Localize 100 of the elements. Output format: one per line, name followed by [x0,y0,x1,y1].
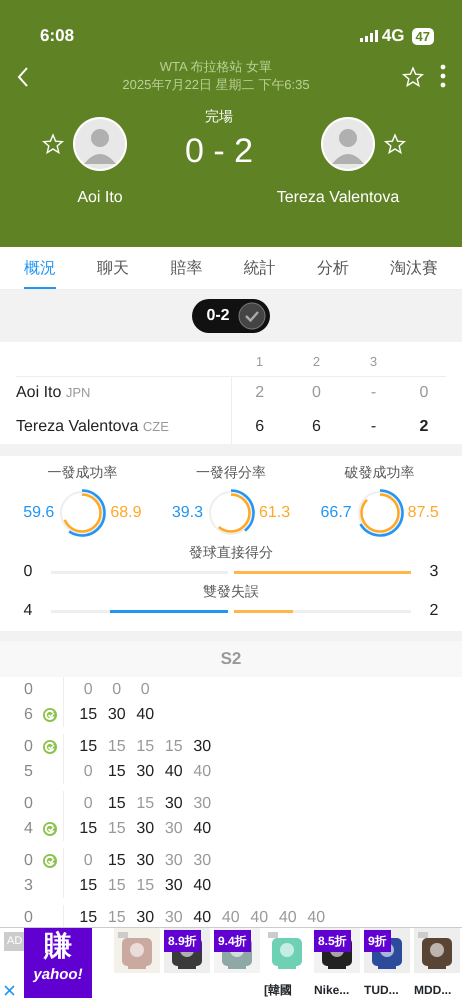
set-score: - [370,418,376,435]
game-count: 0 [24,680,33,700]
set-score: 0 [312,384,321,402]
stat-value: 61.3 [259,503,290,523]
match-score: 0 - 2 [184,131,254,171]
set-score: - [370,384,376,402]
point-score: 40 [192,762,212,782]
tab[interactable]: 聊天 [97,247,130,289]
point-score: 40 [278,908,298,928]
ring-chart [356,489,404,537]
stat-value: 0 [22,562,34,582]
star-icon[interactable] [402,66,426,90]
player-name: Tereza Valentova [276,188,400,208]
discount-badge: 9.4折 [214,930,251,952]
point-score: 15 [78,908,98,928]
tab[interactable]: 分析 [316,247,349,289]
product-caption[interactable]: [韓國 [264,981,310,999]
player-avatar [72,116,128,172]
tournament-name: WTA 布拉格站 女單 [158,58,274,76]
game-count: 0 [24,908,33,928]
star-icon[interactable] [384,133,406,155]
point-score: 30 [135,818,156,838]
close-icon[interactable] [4,985,15,996]
match-datetime: 2025年7月22日 星期二 下午6:35 [121,76,311,94]
point-score: 40 [249,908,270,928]
product-caption[interactable]: TUD... [364,981,410,999]
set-score: 6 [312,418,321,435]
point-score: 40 [164,762,184,782]
product-caption[interactable]: Nike... [314,981,360,999]
pill-score: 0-2 [206,306,230,326]
country-code: JPN [66,385,90,400]
point-score: 0 [82,680,94,700]
point-score: 30 [135,908,156,928]
column-header: 2 [312,354,320,369]
game-count: 4 [24,818,33,838]
back-icon[interactable] [16,66,30,88]
stat-label: 一發得分率 [196,463,266,482]
point-score: 15 [106,736,127,756]
more-icon[interactable] [440,64,446,88]
set-score: 2 [255,384,264,402]
discount-badge: 8.9折 [164,930,201,952]
tab[interactable]: 淘汰賽 [390,247,438,289]
point-score: 15 [106,794,127,814]
player-name: Tereza Valentova [16,418,138,435]
set-title: S2 [220,649,242,668]
ring-chart [207,489,255,537]
bar-fill [234,610,293,612]
point-score: 15 [106,876,127,896]
game-count: 5 [24,762,33,782]
point-score: 30 [164,850,184,870]
point-score: 30 [164,876,184,896]
game-count: 3 [24,876,33,896]
point-score: 15 [78,704,98,724]
total-score: 0 [420,384,428,402]
tab[interactable]: 統計 [244,247,276,289]
point-score: 15 [106,762,127,782]
point-score: 0 [140,680,151,700]
brand-glyph: 賺 [44,929,72,963]
point-score: 0 [111,680,122,700]
point-score: 15 [106,818,127,838]
point-score: 40 [192,818,212,838]
battery-indicator: 47 [412,28,434,44]
discount-badge: 8.5折 [314,930,351,952]
point-score: 30 [192,850,212,870]
stat-value: 3 [428,562,440,582]
stat-label: 一發成功率 [47,463,118,482]
point-score: 0 [82,794,94,814]
brand-name: yahoo! [33,965,83,985]
serve-icon [42,854,57,868]
stat-value: 68.9 [110,503,142,523]
point-score: 15 [135,736,156,756]
ring-chart [58,489,106,537]
point-score: 30 [192,794,212,814]
stat-value: 39.3 [172,503,203,523]
status-time: 6:08 [40,25,74,48]
player-name: Aoi Ito [76,188,123,208]
point-score: 15 [135,876,156,896]
point-score: 30 [135,850,156,870]
discount-badge: 9折 [364,930,391,952]
stat-value: 87.5 [408,503,439,523]
point-score: 15 [78,876,98,896]
point-score: 0 [82,850,94,870]
column-header: 1 [256,354,264,369]
stat-label: 破發成功率 [344,463,415,482]
star-icon[interactable] [42,133,64,155]
network-label: 4G [382,25,405,48]
game-count: 0 [24,794,33,814]
point-score: 0 [82,762,94,782]
point-score: 40 [220,908,241,928]
tab[interactable]: 賠率 [170,247,202,289]
column-header: 3 [370,354,378,369]
point-score: 40 [192,908,212,928]
stat-value: 59.6 [23,503,54,523]
product-caption[interactable]: MDD... [414,981,460,999]
stat-label: 雙發失誤 [203,583,259,599]
point-score: 30 [164,818,184,838]
stat-value: 66.7 [320,503,352,523]
total-score: 2 [420,418,428,435]
point-score: 30 [135,762,156,782]
point-score: 30 [164,794,184,814]
